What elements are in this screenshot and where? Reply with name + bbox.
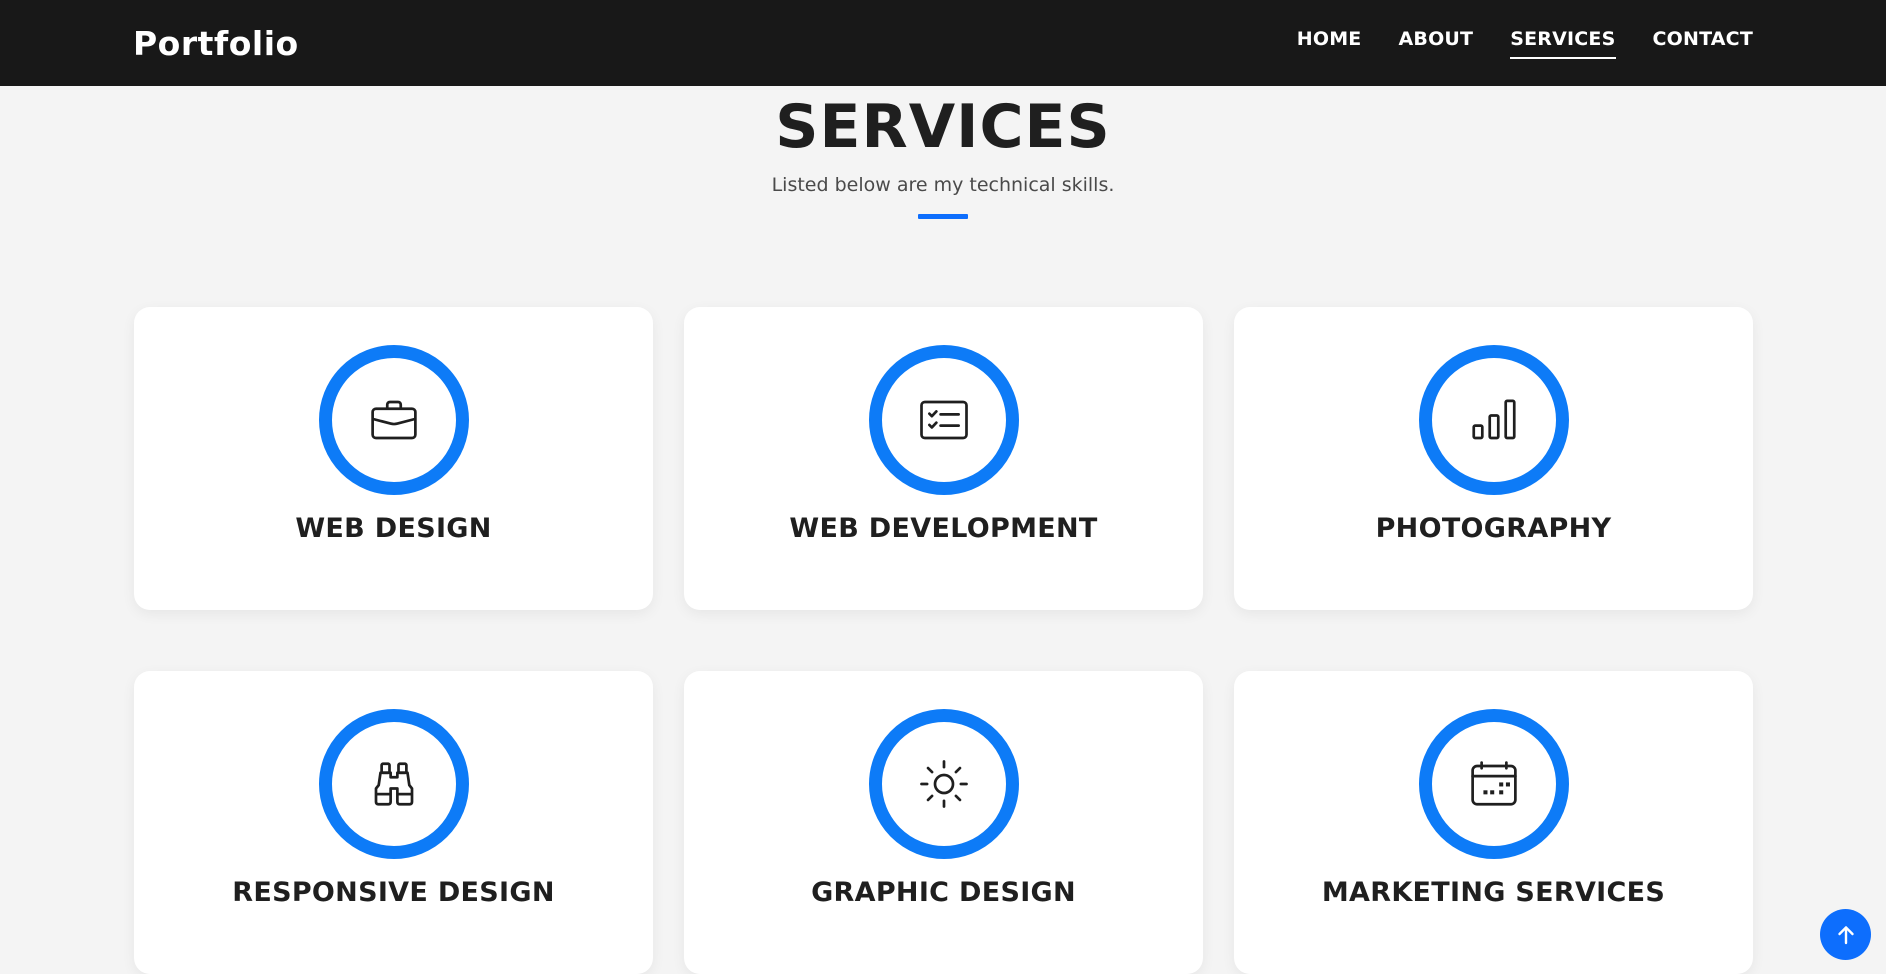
icon-ring bbox=[1418, 345, 1569, 495]
service-card-web-development: WEB DEVELOPMENT bbox=[684, 307, 1203, 610]
nav-link-home[interactable]: HOME bbox=[1297, 28, 1362, 56]
service-title: MARKETING SERVICES bbox=[1321, 877, 1666, 908]
binoculars-icon bbox=[374, 762, 413, 806]
sun-icon bbox=[919, 760, 968, 808]
navbar: Portfolio HOME ABOUT SERVICES CONTACT bbox=[0, 0, 1886, 86]
title-divider bbox=[918, 214, 968, 219]
calendar-icon bbox=[1470, 761, 1517, 806]
back-to-top-button[interactable] bbox=[1820, 909, 1871, 960]
briefcase-icon bbox=[370, 400, 417, 440]
icon-ring bbox=[868, 709, 1019, 859]
bar-chart-icon bbox=[1471, 399, 1516, 440]
service-card-graphic-design: GRAPHIC DESIGN bbox=[684, 671, 1203, 974]
nav-links: HOME ABOUT SERVICES CONTACT bbox=[1297, 28, 1754, 59]
icon-ring bbox=[318, 709, 469, 859]
service-card-photography: PHOTOGRAPHY bbox=[1234, 307, 1753, 610]
page-subtitle: Listed below are my technical skills. bbox=[771, 174, 1115, 196]
service-title: RESPONSIVE DESIGN bbox=[232, 877, 555, 908]
service-card-responsive-design: RESPONSIVE DESIGN bbox=[134, 671, 653, 974]
service-title: GRAPHIC DESIGN bbox=[811, 877, 1076, 908]
icon-ring bbox=[1418, 709, 1569, 859]
service-title: WEB DESIGN bbox=[295, 513, 492, 544]
services-grid: WEB DESIGN WEB DEVELOPMENT PHOTOGRAPHY R… bbox=[134, 307, 1753, 974]
nav-link-about[interactable]: ABOUT bbox=[1398, 28, 1473, 56]
icon-ring bbox=[318, 345, 469, 495]
services-header: SERVICES Listed below are my technical s… bbox=[0, 86, 1886, 219]
nav-link-services[interactable]: SERVICES bbox=[1510, 28, 1616, 59]
service-title: PHOTOGRAPHY bbox=[1375, 513, 1612, 544]
service-card-web-design: WEB DESIGN bbox=[134, 307, 653, 610]
card-checklist-icon bbox=[919, 400, 968, 440]
service-card-marketing-services: MARKETING SERVICES bbox=[1234, 671, 1753, 974]
icon-ring bbox=[868, 345, 1019, 495]
page-title: SERVICES bbox=[775, 92, 1111, 162]
brand-logo[interactable]: Portfolio bbox=[133, 24, 299, 63]
nav-link-contact[interactable]: CONTACT bbox=[1653, 28, 1754, 56]
arrow-up-icon bbox=[1837, 925, 1854, 944]
service-title: WEB DEVELOPMENT bbox=[789, 513, 1098, 544]
